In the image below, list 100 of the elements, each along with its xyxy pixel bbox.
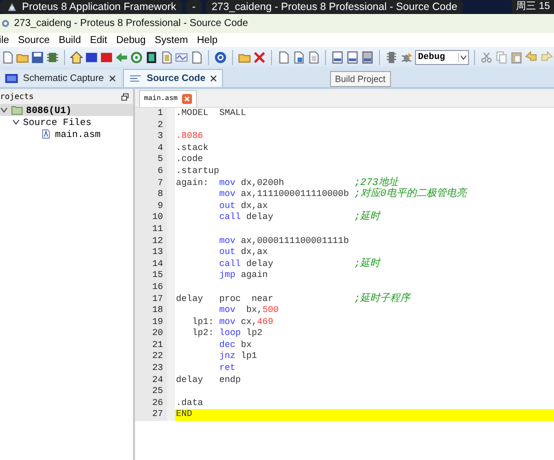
code-line: lp1: mov cx,469 <box>191 316 274 328</box>
configuration-dropdown[interactable]: Debug <box>415 50 469 64</box>
code-line: .data <box>175 398 204 410</box>
caret-icon <box>458 52 468 62</box>
line-number: 26 <box>135 398 175 410</box>
code-line: .stack <box>175 142 210 154</box>
menu-item[interactable]: Source <box>18 34 50 46</box>
waveform-icon[interactable] <box>175 50 188 64</box>
code-icon <box>128 74 142 83</box>
menu-item[interactable]: Debug <box>116 34 146 46</box>
clock-text: 周三 15 <box>512 0 554 14</box>
tree-item[interactable]: main.asm <box>0 128 133 140</box>
document-icon[interactable] <box>292 50 305 64</box>
schematic-icon <box>5 74 18 83</box>
tree-item[interactable]: 8086(U1) <box>0 104 133 116</box>
tab[interactable]: Source Code <box>122 69 224 87</box>
code-line: mov ax,0000111100001111b <box>218 236 350 248</box>
code-line: call delay ;延时 <box>218 212 382 224</box>
code-line: .startup <box>175 166 220 178</box>
taskbar-button[interactable]: 273_caideng - Proteus 8 Professional - Source Code <box>206 0 464 14</box>
line-number: 1 <box>135 108 175 120</box>
line-number: 22 <box>135 351 175 364</box>
bug-icon[interactable] <box>400 50 413 64</box>
line-number: 6 <box>135 166 175 178</box>
code-line: again: mov dx,0200h ;273地址 <box>175 178 399 189</box>
line-number: 18 <box>135 305 175 317</box>
close-icon[interactable] <box>108 75 116 82</box>
document-icon[interactable] <box>277 50 290 64</box>
code-line: jmp again <box>218 270 269 282</box>
board-icon[interactable] <box>145 50 158 64</box>
menu-item[interactable]: ile <box>0 34 10 46</box>
panel-title: rojects <box>0 92 34 101</box>
panel-icon[interactable] <box>85 50 98 64</box>
chip-icon[interactable] <box>385 50 398 64</box>
app-icon <box>6 1 18 13</box>
menu-item[interactable]: Build <box>58 34 81 46</box>
line-number: 17 <box>135 294 175 306</box>
line-number: 11 <box>135 224 175 236</box>
restore-icon[interactable] <box>121 92 129 100</box>
line-number: 10 <box>135 212 175 224</box>
line-number: 19 <box>135 316 175 328</box>
line-number: 8 <box>135 189 175 201</box>
code-line: .MODEL SMALL <box>175 108 248 120</box>
line-number: 4 <box>135 142 175 154</box>
line-number: 12 <box>135 236 175 248</box>
undo-icon[interactable] <box>525 50 538 64</box>
file-icon <box>40 129 52 139</box>
code-line: jnz lp1 <box>218 351 258 364</box>
tab[interactable]: Schematic Capture <box>0 70 121 87</box>
line-number: 14 <box>135 258 175 270</box>
chip-icon[interactable] <box>46 50 59 64</box>
code-line: mov bx,500 <box>218 305 280 317</box>
close-icon[interactable] <box>210 75 218 82</box>
line-number: 16 <box>135 282 175 294</box>
floppy-icon[interactable] <box>31 50 44 64</box>
scissors-icon[interactable] <box>480 50 493 64</box>
document-icon[interactable] <box>160 50 173 64</box>
line-number: 7 <box>135 178 175 190</box>
line-number: 15 <box>135 270 175 282</box>
line-number: 2 <box>135 120 175 132</box>
paste-icon[interactable] <box>510 50 523 64</box>
menu-item[interactable]: Edit <box>90 34 108 46</box>
line-number: 24 <box>135 374 175 386</box>
taskbar-button[interactable]: Proteus 8 Application Framework <box>0 0 182 14</box>
line-number: 27 <box>135 409 175 422</box>
code-line: mov ax,1111000011110000b ;对应0电平的二极管电亮 <box>218 189 469 201</box>
home-icon[interactable] <box>70 50 83 64</box>
code-line: call delay ;延时 <box>218 258 382 270</box>
code-line: out dx,ax <box>218 247 269 259</box>
line-number: 21 <box>135 340 175 352</box>
tree-item[interactable]: Source Files <box>0 116 133 128</box>
window-title: 273_caideng - Proteus 8 Professional - Source Code <box>14 18 248 29</box>
line-number: 23 <box>135 363 175 375</box>
code-line: lp2: loop lp2 <box>191 328 264 340</box>
tooltip: Build Project <box>330 71 391 87</box>
menu-item[interactable]: System <box>154 34 188 46</box>
code-line: delay proc near ;延时子程序 <box>175 294 412 306</box>
document-icon[interactable] <box>307 50 320 64</box>
code-line: .code <box>175 154 204 166</box>
code-line: ret <box>218 363 236 375</box>
build-icon[interactable] <box>346 50 359 64</box>
line-number: 20 <box>135 328 175 340</box>
code-line: delay endp <box>175 374 242 386</box>
menu-item[interactable]: Help <box>197 34 218 46</box>
line-number: 13 <box>135 247 175 259</box>
code-line: .8086 <box>175 131 204 143</box>
app-icon <box>1 19 10 28</box>
build-icon[interactable] <box>361 50 374 64</box>
line-number: 9 <box>135 200 175 212</box>
code-line: dec bx <box>218 340 253 352</box>
code-line: out dx,ax <box>218 200 269 212</box>
line-number: 25 <box>135 386 175 398</box>
arrow-icon[interactable] <box>115 50 128 64</box>
panel-icon[interactable] <box>100 50 113 64</box>
document-icon[interactable] <box>1 50 14 64</box>
taskbar-button[interactable]: - <box>186 0 202 14</box>
line-number: 3 <box>135 131 175 143</box>
build-icon[interactable] <box>331 50 344 64</box>
document-icon[interactable] <box>190 50 203 64</box>
line-number: 5 <box>135 154 175 166</box>
